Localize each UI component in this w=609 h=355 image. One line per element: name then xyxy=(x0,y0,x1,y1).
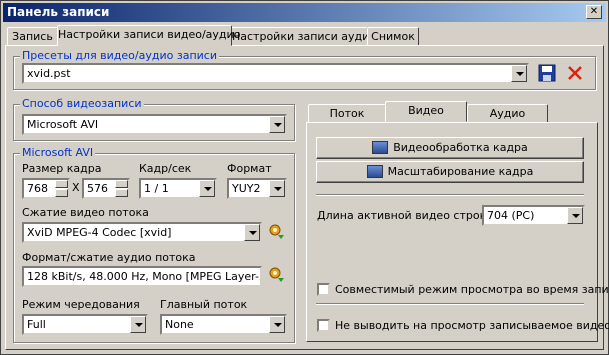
tab-snapshot[interactable]: Снимок xyxy=(367,27,419,46)
audio-format-field[interactable]: 128 kBit/s, 48.000 Hz, Mono [MPEG Layer-… xyxy=(22,266,262,287)
master-stream-select[interactable]: None xyxy=(160,314,287,335)
frame-width-spinner[interactable] xyxy=(55,180,68,197)
presets-group-title: Пресеты для видео/аудио записи xyxy=(20,49,219,62)
window-title: Панель записи xyxy=(7,5,110,19)
active-line-select[interactable]: 704 (PC) xyxy=(482,205,585,226)
frame-width-input[interactable]: 768 xyxy=(22,178,70,199)
size-separator: X xyxy=(72,181,80,194)
delete-icon xyxy=(568,66,582,80)
fps-select[interactable]: 1 / 1 xyxy=(139,178,217,199)
title-bar[interactable]: Панель записи ✕ xyxy=(3,3,606,22)
no-preview-checkbox[interactable] xyxy=(317,319,330,332)
chevron-down-icon[interactable] xyxy=(269,180,285,197)
subtab-video[interactable]: Видео xyxy=(385,101,467,122)
close-icon[interactable]: ✕ xyxy=(586,5,602,19)
master-stream-label: Главный поток xyxy=(160,298,248,311)
tab-video-audio-settings[interactable]: Настройки записи видео/аудио xyxy=(57,25,240,46)
subtab-stream[interactable]: Поток xyxy=(308,104,386,123)
recording-panel-window: Панель записи ✕ Запись Настройки записи … xyxy=(0,0,609,355)
chevron-down-icon[interactable] xyxy=(244,224,260,241)
save-preset-button[interactable] xyxy=(538,64,558,84)
interleave-label: Режим чередования xyxy=(22,298,140,311)
divider xyxy=(316,303,584,305)
video-compression-label: Сжатие видео потока xyxy=(22,206,149,219)
frame-height-input[interactable]: 576 xyxy=(82,178,130,199)
frame-size-label: Размер кадра xyxy=(22,162,102,175)
chevron-down-icon[interactable] xyxy=(269,316,285,333)
no-preview-label: Не выводить на просмотр записываемое вид… xyxy=(335,319,609,332)
capture-method-title: Способ видеозаписи xyxy=(20,97,144,110)
divider xyxy=(316,194,584,196)
video-compression-select[interactable]: XviD MPEG-4 Codec [xvid] xyxy=(22,222,262,243)
audio-format-label: Формат/сжатие аудио потока xyxy=(22,251,196,264)
capture-method-select[interactable]: Microsoft AVI xyxy=(22,114,287,135)
ms-avi-title: Microsoft AVI xyxy=(20,146,96,159)
chevron-down-icon[interactable] xyxy=(269,116,285,133)
delete-preset-button[interactable] xyxy=(566,64,586,84)
frame-processing-button[interactable]: Видеообработка кадра xyxy=(316,137,584,159)
settings-gear-icon xyxy=(269,267,284,282)
frame-scaling-button[interactable]: Масштабирование кадра xyxy=(316,161,584,183)
format-label: Формат xyxy=(227,162,272,175)
preset-select[interactable]: xvid.pst xyxy=(22,63,529,84)
format-select[interactable]: YUY2 xyxy=(227,178,287,199)
compat-preview-label: Совместимый режим просмотра во время зап… xyxy=(335,283,609,296)
compat-preview-checkbox[interactable] xyxy=(317,283,330,296)
resize-icon xyxy=(366,164,383,178)
settings-gear-icon xyxy=(269,224,284,239)
video-codec-settings-button[interactable] xyxy=(268,223,288,243)
frame-height-spinner[interactable] xyxy=(115,180,128,197)
fps-label: Кадр/сек xyxy=(139,162,192,175)
subtab-audio[interactable]: Аудио xyxy=(467,104,548,123)
floppy-disk-icon xyxy=(538,64,556,82)
chevron-down-icon[interactable] xyxy=(199,180,215,197)
tab-audio-settings[interactable]: Настройки записи аудио xyxy=(231,27,376,46)
chevron-down-icon[interactable] xyxy=(567,207,583,224)
audio-codec-settings-button[interactable] xyxy=(268,266,288,286)
chevron-down-icon[interactable] xyxy=(130,316,146,333)
tab-record[interactable]: Запись xyxy=(7,27,58,46)
active-line-label: Длина активной видео строки xyxy=(317,209,494,222)
film-icon xyxy=(372,140,389,154)
chevron-down-icon[interactable] xyxy=(511,65,527,82)
interleave-select[interactable]: Full xyxy=(22,314,148,335)
